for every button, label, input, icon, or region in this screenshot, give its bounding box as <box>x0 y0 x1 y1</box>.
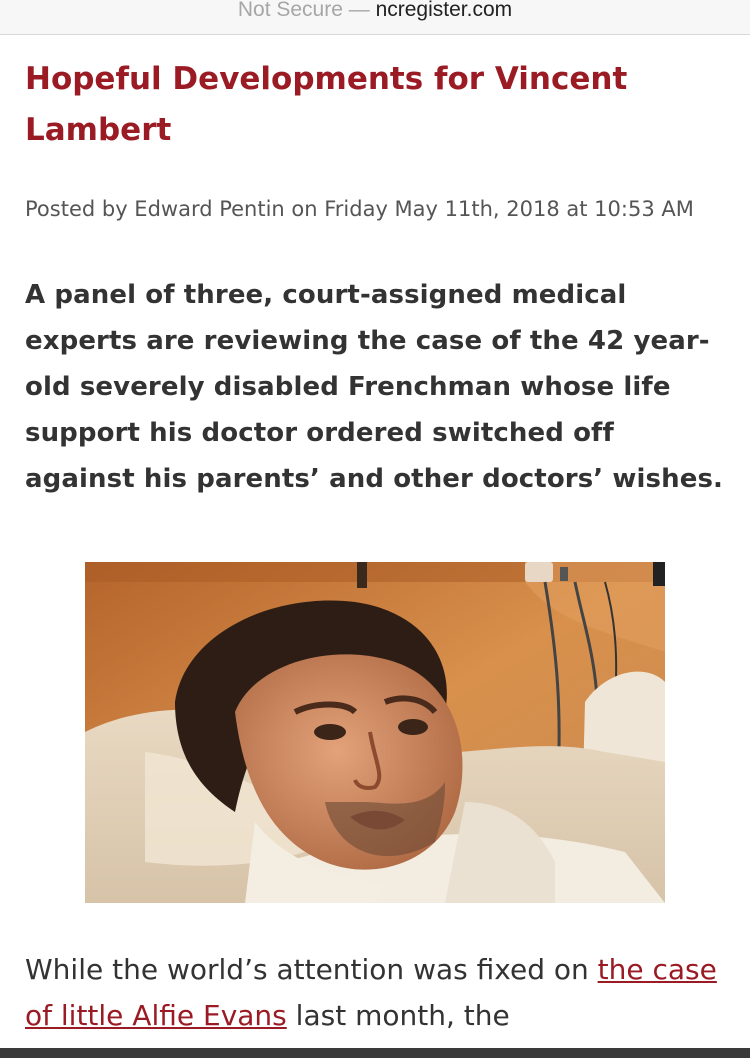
security-status: Not Secure <box>237 0 343 21</box>
article-byline: Posted by Edward Pentin on Friday May 11… <box>25 197 694 221</box>
address-bar[interactable]: Not Secure — ncregister.com <box>0 0 750 35</box>
article-title: Hopeful Developments for Vincent Lambert <box>25 61 628 148</box>
body-text-start: While the world’s attention was fixed on <box>25 953 598 986</box>
address-domain: ncregister.com <box>375 0 513 21</box>
address-separator: — <box>342 0 376 21</box>
body-text-end: last month, the <box>286 999 510 1032</box>
bottom-toolbar-edge <box>0 1048 750 1058</box>
article-lead: A panel of three, court-assigned medical… <box>25 280 724 494</box>
article-photo <box>85 562 665 903</box>
article-body: While the world’s attention was fixed on… <box>25 947 725 1039</box>
